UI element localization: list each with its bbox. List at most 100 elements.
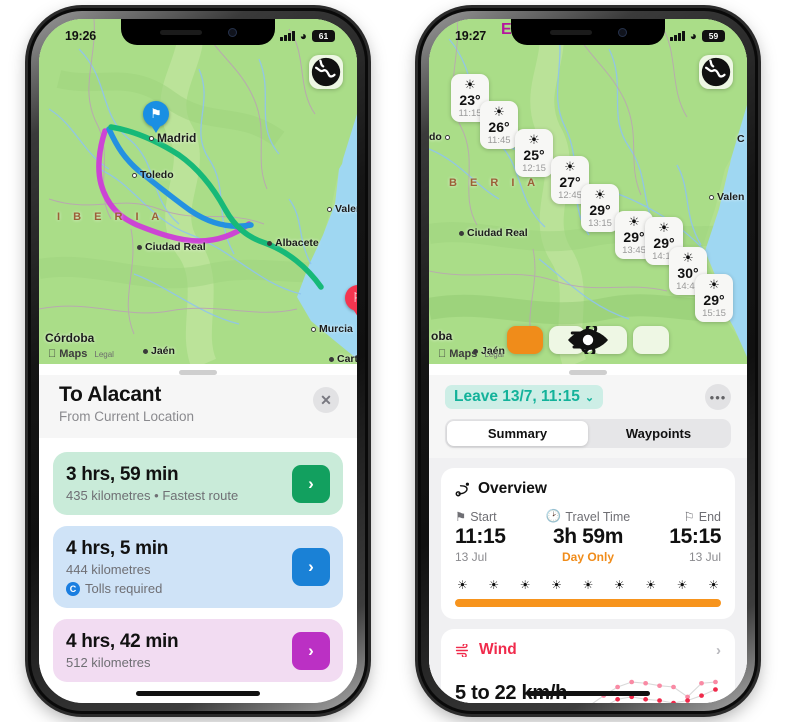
badge-temp: 29° (623, 229, 645, 245)
legal-link[interactable]: Legal (94, 350, 114, 359)
wind-chart (584, 668, 721, 703)
city-dot (327, 206, 332, 212)
sun-icon: ☀ (658, 220, 670, 235)
city-label-c-partial: C (737, 133, 745, 145)
weather-badge[interactable]: ☀ 26° 11:45 (480, 101, 518, 149)
status-time: 19:27 (455, 29, 486, 43)
sun-icon: ☀ (628, 214, 640, 229)
badge-temp: 27° (559, 174, 581, 190)
city-name: Cartagena (337, 353, 357, 364)
overview-end: ⚐ End 15:15 13 Jul (632, 509, 722, 565)
sun-icon: ☀ (676, 578, 688, 592)
globe-glyph (311, 57, 341, 87)
go-button[interactable]: › (292, 548, 330, 586)
route-option-2[interactable]: 4 hrs, 5 min 444 kilometres C Tolls requ… (53, 526, 343, 608)
status-indicators: ◕ 59 (670, 29, 725, 43)
badge-time: 15:15 (702, 308, 726, 319)
start-time: 11:15 (455, 525, 506, 548)
maps-attribution[interactable]:  Maps Legal (48, 348, 114, 360)
city-label-valencia: Valen (327, 203, 357, 215)
weather-badge[interactable]: ☀ 29° 13:15 (581, 184, 619, 232)
flag-icon: ⚑ (455, 510, 467, 524)
route-option-1[interactable]: 3 hrs, 59 min 435 kilometres • Fastest r… (53, 452, 343, 515)
city-name: Córdoba (45, 331, 95, 345)
travel-header: 🕑 Travel Time (544, 509, 633, 524)
route-duration: 4 hrs, 42 min (66, 631, 179, 652)
wind-title-row: Wind › (455, 641, 721, 659)
end-time: 15:15 (669, 525, 722, 548)
region-label: I B E R I A (57, 211, 165, 223)
city-name: oba (431, 329, 453, 343)
summary-content: Overview ⚑ Start 11:15 13 Jul 🕑 Travel T… (429, 458, 747, 703)
wifi-icon: ◕ (689, 29, 697, 43)
badge-time: 11:45 (487, 135, 511, 146)
home-indicator[interactable] (136, 691, 260, 696)
right-phone-screen: 19:27 ◕ 59 B E R I A do Ciudad Real oba … (429, 19, 747, 703)
badge-time: 12:15 (522, 163, 546, 174)
start-pin[interactable]: ⚑ (143, 101, 169, 127)
route-info: 3 hrs, 59 min 435 kilometres • Fastest r… (66, 464, 292, 503)
start-label: Start (470, 509, 497, 524)
route-info: 4 hrs, 42 min 512 kilometres (66, 631, 292, 670)
legal-link[interactable]: Legal (484, 350, 504, 359)
overview-travel-time: 🕑 Travel Time 3h 59m Day Only (544, 509, 633, 564)
left-map[interactable]: ESP I B E R I A ⚑ ⚐ Madrid (39, 19, 357, 364)
apple-logo-icon:  (48, 348, 56, 360)
eye-icon (568, 330, 608, 350)
city-label-cordoba-partial: oba (431, 329, 452, 343)
badge-temp: 23° (459, 92, 481, 108)
go-button[interactable]: › (292, 464, 330, 503)
badge-time: 12:45 (558, 190, 582, 201)
apple-logo-icon:  (438, 348, 446, 360)
overview-label: Overview (478, 480, 547, 497)
sun-icon: ☀ (594, 187, 606, 202)
battery-indicator: 59 (702, 30, 725, 42)
more-options-icon[interactable]: ••• (705, 384, 731, 410)
sun-icon: ☀ (464, 77, 476, 92)
travel-label: Travel Time (565, 509, 631, 524)
leave-time-button[interactable]: Leave 13/7, 11:15 ⌄ (445, 385, 604, 409)
globe-icon[interactable] (309, 55, 343, 89)
route-options-list: 3 hrs, 59 min 435 kilometres • Fastest r… (39, 438, 357, 682)
globe-glyph (701, 57, 731, 87)
tab-waypoints[interactable]: Waypoints (588, 421, 729, 446)
weather-badge[interactable]: ☀ 29° 15:15 (695, 274, 733, 322)
earpiece-speaker (549, 29, 592, 35)
route-distance: 512 kilometres (66, 655, 151, 670)
sun-icon: ☀ (493, 104, 505, 119)
go-button[interactable]: › (292, 631, 330, 670)
city-dot (137, 244, 142, 250)
chevron-right-icon[interactable]: › (716, 642, 721, 659)
sun-icon: ☀ (457, 578, 468, 592)
start-date: 13 Jul (455, 550, 488, 564)
route-option-3[interactable]: 4 hrs, 42 min 512 kilometres › (53, 619, 343, 682)
overview-columns: ⚑ Start 11:15 13 Jul 🕑 Travel Time 3h 59… (455, 509, 721, 564)
tab-summary[interactable]: Summary (447, 421, 588, 446)
right-phone-frame: 19:27 ◕ 59 B E R I A do Ciudad Real oba … (418, 8, 758, 714)
maps-attribution[interactable]:  Maps Legal (438, 348, 504, 360)
city-label-cartagena: Cartagena (329, 353, 357, 364)
right-map[interactable]: ESP B E R I A do Ciudad Real (429, 19, 747, 364)
toll-icon: C (66, 581, 80, 596)
weather-badge[interactable]: ☀ 25° 12:15 (515, 129, 553, 177)
toll-label: Tolls required (85, 581, 163, 596)
wind-content: 5 to 22 km/h Gusts up to 35 km/h (455, 668, 721, 703)
route-duration: 3 hrs, 59 min (66, 464, 179, 485)
home-indicator[interactable] (526, 691, 650, 696)
close-icon[interactable]: ✕ (313, 387, 339, 413)
clock-icon: 🕑 (545, 509, 562, 523)
city-name: Ciudad Real (145, 241, 206, 253)
overview-card: Overview ⚑ Start 11:15 13 Jul 🕑 Travel T… (441, 468, 735, 619)
start-header: ⚑ Start (455, 509, 544, 525)
globe-icon[interactable] (699, 55, 733, 89)
battery-indicator: 61 (312, 30, 335, 42)
segmented-control: Summary Waypoints (445, 419, 731, 448)
city-label-cordoba: Córdoba (45, 331, 94, 345)
visibility-layer-button[interactable] (568, 326, 669, 354)
condition-strip: ☀ ☀ ☀ ☀ ☀ ☀ ☀ ☀ ☀ (455, 578, 721, 592)
badge-time: 11:15 (458, 108, 482, 119)
attribution-text: Maps (441, 348, 477, 360)
leave-label: Leave 13/7, 11:15 (454, 388, 580, 405)
city-dot (329, 356, 334, 362)
city-dot (149, 135, 154, 141)
